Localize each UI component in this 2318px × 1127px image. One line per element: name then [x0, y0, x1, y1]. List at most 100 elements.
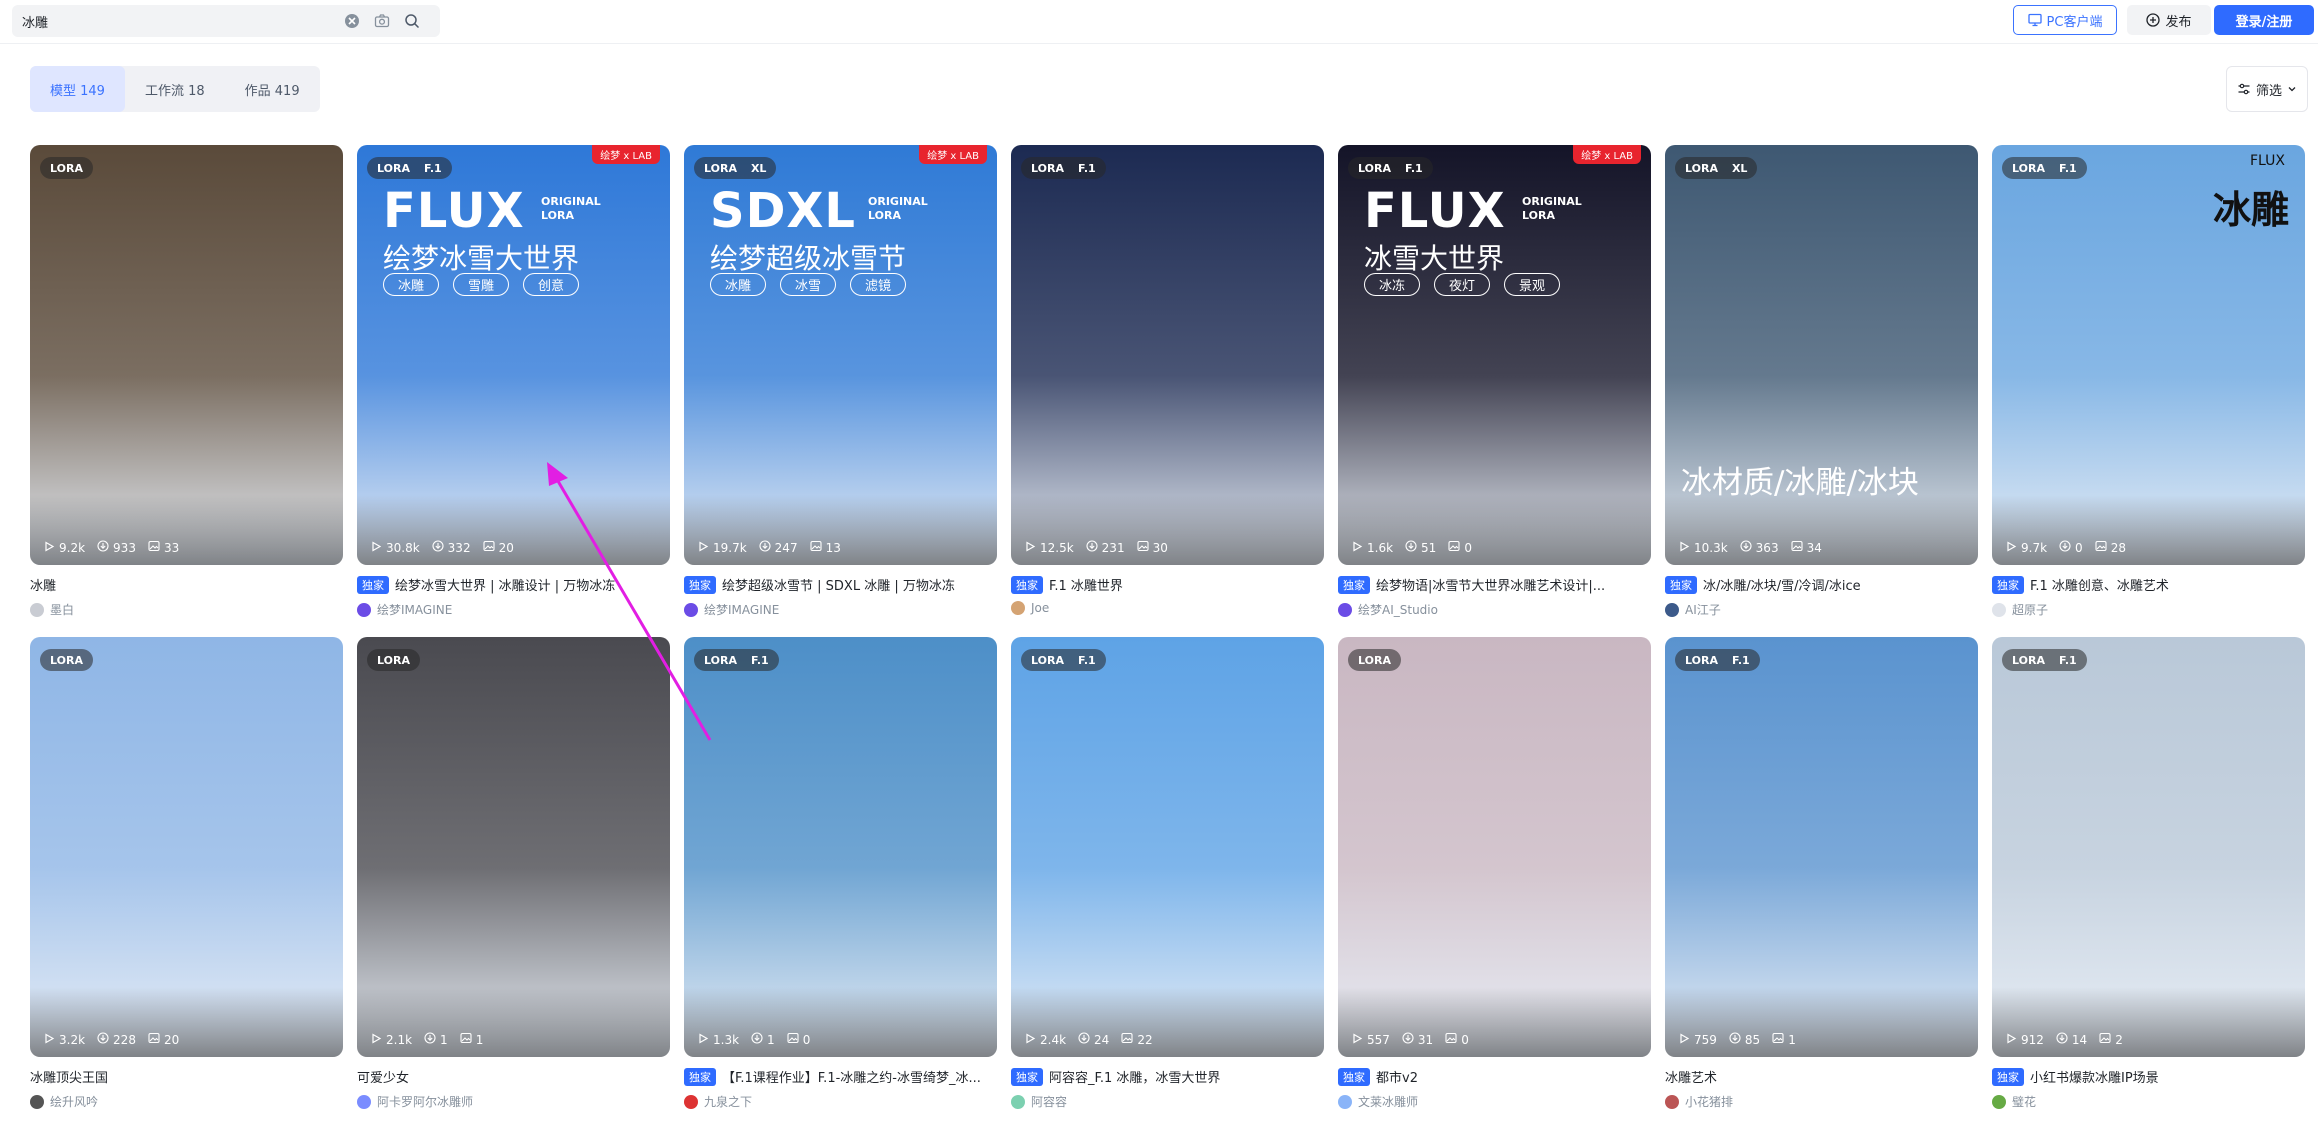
author-name[interactable]: 墨白	[50, 601, 74, 618]
avatar[interactable]	[1992, 602, 2006, 617]
author-row[interactable]: 阿容容	[1011, 1093, 1067, 1110]
avatar[interactable]	[684, 602, 698, 617]
model-thumbnail[interactable]: LORA 557 31 0	[1338, 637, 1651, 1057]
model-title[interactable]: F.1 冰雕创意、冰雕艺术	[2030, 575, 2169, 594]
model-title-row[interactable]: 独家 绘梦超级冰雪节 | SDXL 冰雕 | 万物冰冻	[684, 575, 997, 594]
author-name[interactable]: 九泉之下	[704, 1093, 752, 1110]
author-row[interactable]: 阿卡罗阿尔冰雕师	[357, 1093, 473, 1110]
model-thumbnail[interactable]: LORA F.1 759 85 1	[1665, 637, 1978, 1057]
tab-models[interactable]: 模型 149	[30, 66, 125, 112]
author-row[interactable]: 超原子	[1992, 601, 2048, 618]
pc-client-button[interactable]: PC客户端	[2013, 5, 2117, 35]
model-thumbnail[interactable]: LORA F.1 12.5k 231 30	[1011, 145, 1324, 565]
model-title[interactable]: 绘梦冰雪大世界 | 冰雕设计 | 万物冰冻	[395, 575, 615, 594]
author-name[interactable]: 文莱冰雕师	[1358, 1093, 1418, 1110]
filter-button[interactable]: 筛选	[2226, 66, 2308, 112]
model-title[interactable]: 绘梦物语|冰雪节大世界冰雕艺术设计|...	[1376, 575, 1605, 594]
author-row[interactable]: 小花猪排	[1665, 1093, 1733, 1110]
search-icon[interactable]	[404, 13, 420, 29]
model-thumbnail[interactable]: LORA F.1 1.3k 1 0	[684, 637, 997, 1057]
author-name[interactable]: 阿容容	[1031, 1093, 1067, 1110]
model-title[interactable]: 冰雕顶尖王国	[30, 1067, 108, 1086]
model-thumbnail[interactable]: LORA F.1 FLUX 冰雕 9.7k 0 28	[1992, 145, 2305, 565]
model-card[interactable]: LORA F.1 绘梦 x LAB FLUX ORIGINAL LORA 绘梦冰雪大世界冰…	[357, 145, 670, 635]
author-name[interactable]: 绘梦IMAGINE	[704, 601, 779, 618]
model-card[interactable]: LORA F.1 FLUX 冰雕 9.7k 0 28 独家 F.1 冰雕创意、冰雕艺术超…	[1992, 145, 2305, 635]
avatar[interactable]	[1992, 1094, 2006, 1109]
author-row[interactable]: 绘梦IMAGINE	[684, 601, 779, 618]
avatar[interactable]	[1665, 1094, 1679, 1109]
avatar[interactable]	[684, 1094, 698, 1109]
model-thumbnail[interactable]: LORA XL 冰材质/冰雕/冰块 10.3k 363 34	[1665, 145, 1978, 565]
model-thumbnail[interactable]: LORA 3.2k 228 20	[30, 637, 343, 1057]
author-row[interactable]: 九泉之下	[684, 1093, 752, 1110]
publish-button[interactable]: 发布	[2127, 5, 2211, 35]
author-row[interactable]: Joe	[1011, 601, 1049, 615]
avatar[interactable]	[1338, 602, 1352, 617]
model-thumbnail[interactable]: LORA XL 绘梦 x LAB SDXL ORIGINAL LORA 绘梦超级冰雪节 冰雕…	[684, 145, 997, 565]
model-card[interactable]: LORA XL 绘梦 x LAB SDXL ORIGINAL LORA 绘梦超级冰雪节 冰雕…	[684, 145, 997, 635]
author-row[interactable]: 墨白	[30, 601, 74, 618]
avatar[interactable]	[1011, 1094, 1025, 1109]
model-title[interactable]: 都市v2	[1376, 1067, 1418, 1086]
model-card[interactable]: LORA 557 31 0 独家 都市v2 文莱冰雕师	[1338, 637, 1651, 1127]
model-card[interactable]: LORA XL 冰材质/冰雕/冰块 10.3k 363 34 独家 冰/冰雕/冰块/雪…	[1665, 145, 1978, 635]
model-thumbnail[interactable]: LORA F.1 绘梦 x LAB FLUX ORIGINAL LORA 冰雪大世界 冰冻夜…	[1338, 145, 1651, 565]
author-name[interactable]: 阿卡罗阿尔冰雕师	[377, 1093, 473, 1110]
model-title[interactable]: 【F.1课程作业】F.1-冰雕之约-冰雪绮梦_冰...	[722, 1067, 981, 1086]
model-title-row[interactable]: 冰雕艺术	[1665, 1067, 1978, 1086]
model-title-row[interactable]: 独家 绘梦物语|冰雪节大世界冰雕艺术设计|...	[1338, 575, 1651, 594]
author-row[interactable]: 绘升风吟	[30, 1093, 98, 1110]
author-name[interactable]: 小花猪排	[1685, 1093, 1733, 1110]
model-thumbnail[interactable]: LORA 2.1k 1 1	[357, 637, 670, 1057]
model-card[interactable]: LORA F.1 12.5k 231 30 独家 F.1 冰雕世界 Joe	[1011, 145, 1324, 635]
model-thumbnail[interactable]: LORA F.1 2.4k 24 22	[1011, 637, 1324, 1057]
avatar[interactable]	[357, 602, 371, 617]
model-card[interactable]: LORA F.1 绘梦 x LAB FLUX ORIGINAL LORA 冰雪大世界 冰冻夜…	[1338, 145, 1651, 635]
avatar[interactable]	[1338, 1094, 1352, 1109]
avatar[interactable]	[1665, 602, 1679, 617]
model-card[interactable]: LORA F.1 912 14 2 独家 小红书爆款冰雕IP场景璧花	[1992, 637, 2305, 1127]
model-title-row[interactable]: 冰雕顶尖王国	[30, 1067, 343, 1086]
model-title-row[interactable]: 独家 都市v2	[1338, 1067, 1651, 1086]
tab-works[interactable]: 作品 419	[225, 66, 320, 112]
model-title-row[interactable]: 独家 F.1 冰雕创意、冰雕艺术	[1992, 575, 2305, 594]
model-card[interactable]: LORA F.1 759 85 1 冰雕艺术小花猪排	[1665, 637, 1978, 1127]
author-row[interactable]: 绘梦IMAGINE	[357, 601, 452, 618]
author-row[interactable]: 璧花	[1992, 1093, 2036, 1110]
login-register-button[interactable]: 登录/注册	[2214, 5, 2314, 35]
model-title[interactable]: 冰/冰雕/冰块/雪/冷调/冰ice	[1703, 575, 1861, 594]
model-title[interactable]: 阿容容_F.1 冰雕，冰雪大世界	[1049, 1067, 1220, 1086]
avatar[interactable]	[1011, 601, 1025, 615]
clear-icon[interactable]	[344, 13, 360, 29]
model-title[interactable]: 绘梦超级冰雪节 | SDXL 冰雕 | 万物冰冻	[722, 575, 955, 594]
model-title-row[interactable]: 独家 小红书爆款冰雕IP场景	[1992, 1067, 2305, 1086]
author-name[interactable]: AI江子	[1685, 601, 1721, 618]
model-card[interactable]: LORA 2.1k 1 1 可爱少女阿卡罗阿尔冰雕师	[357, 637, 670, 1127]
author-name[interactable]: 绘梦IMAGINE	[377, 601, 452, 618]
model-thumbnail[interactable]: LORA F.1 绘梦 x LAB FLUX ORIGINAL LORA 绘梦冰雪大世界冰…	[357, 145, 670, 565]
model-title[interactable]: 小红书爆款冰雕IP场景	[2030, 1067, 2159, 1086]
search-input[interactable]	[22, 5, 342, 37]
model-title-row[interactable]: 独家 阿容容_F.1 冰雕，冰雪大世界	[1011, 1067, 1324, 1086]
model-card[interactable]: LORA F.1 2.4k 24 22 独家 阿容容_F.1 冰雕，冰雪大世界阿容容	[1011, 637, 1324, 1127]
author-name[interactable]: 璧花	[2012, 1093, 2036, 1110]
author-row[interactable]: 绘梦AI_Studio	[1338, 601, 1438, 618]
model-title[interactable]: F.1 冰雕世界	[1049, 575, 1123, 594]
image-search-icon[interactable]	[374, 13, 390, 29]
model-thumbnail[interactable]: LORA F.1 912 14 2	[1992, 637, 2305, 1057]
model-title[interactable]: 冰雕	[30, 575, 56, 594]
model-title[interactable]: 冰雕艺术	[1665, 1067, 1717, 1086]
author-name[interactable]: 绘梦AI_Studio	[1358, 601, 1438, 618]
author-name[interactable]: 绘升风吟	[50, 1093, 98, 1110]
model-title-row[interactable]: 可爱少女	[357, 1067, 670, 1086]
author-name[interactable]: 超原子	[2012, 601, 2048, 618]
avatar[interactable]	[357, 1094, 371, 1109]
model-title-row[interactable]: 独家 绘梦冰雪大世界 | 冰雕设计 | 万物冰冻	[357, 575, 670, 594]
avatar[interactable]	[30, 602, 44, 617]
model-title-row[interactable]: 独家 冰/冰雕/冰块/雪/冷调/冰ice	[1665, 575, 1978, 594]
model-card[interactable]: LORA F.1 1.3k 1 0 独家 【F.1课程作业】F.1-冰雕之约-冰雪绮…	[684, 637, 997, 1127]
author-name[interactable]: Joe	[1031, 601, 1049, 615]
search-box[interactable]	[12, 5, 440, 37]
model-title-row[interactable]: 独家 【F.1课程作业】F.1-冰雕之约-冰雪绮梦_冰...	[684, 1067, 997, 1086]
